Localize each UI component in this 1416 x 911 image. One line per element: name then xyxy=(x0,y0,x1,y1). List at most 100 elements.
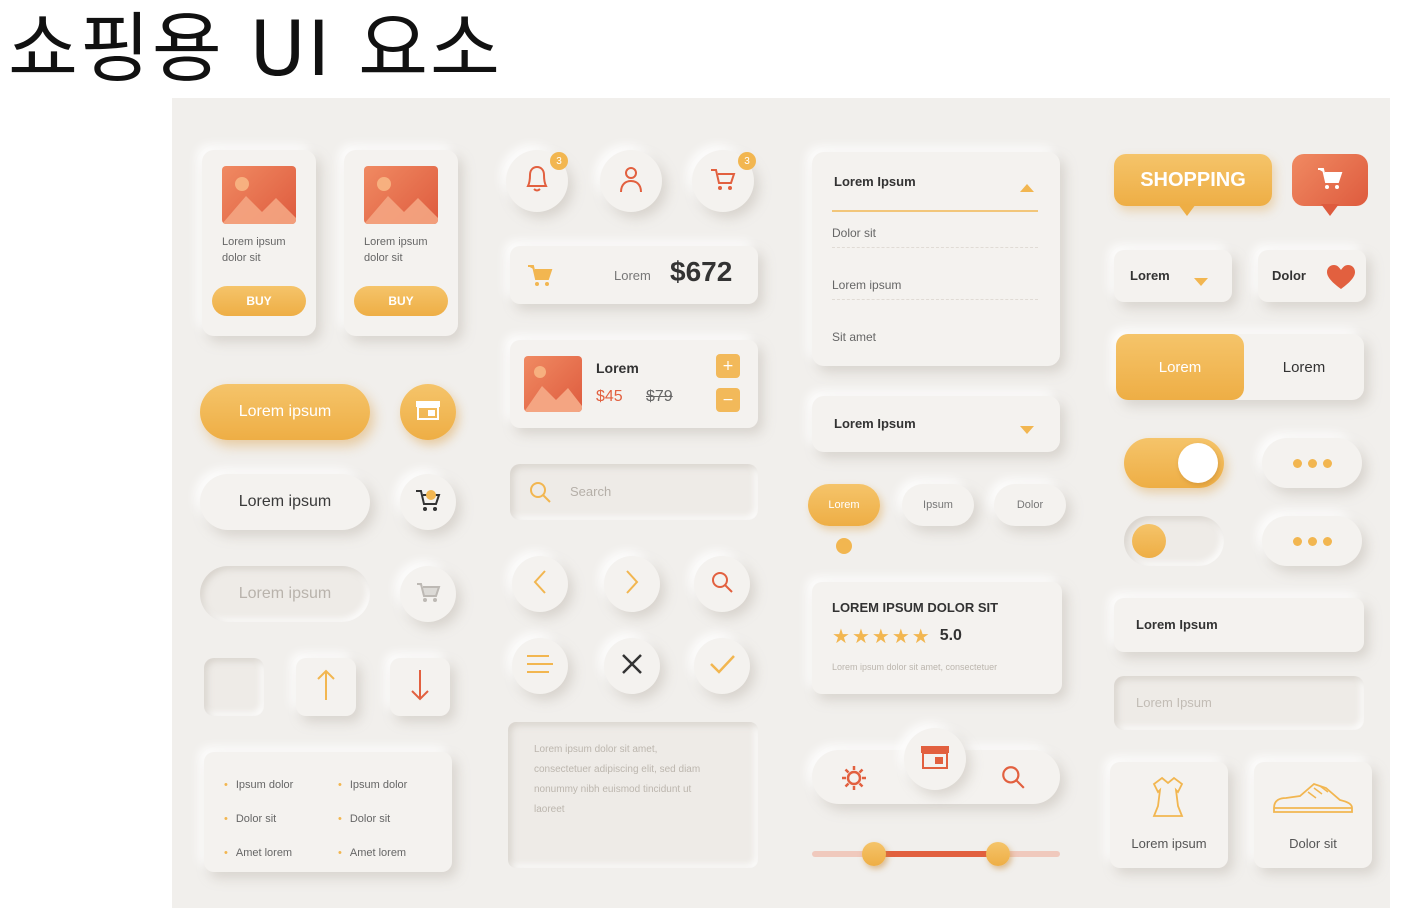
bubble-tail xyxy=(1178,204,1196,216)
star-icon: ★ xyxy=(832,624,850,648)
search-icon[interactable] xyxy=(1000,764,1026,794)
product-card-1[interactable]: Lorem ipsum dolor sit BUY xyxy=(202,150,316,336)
heart-icon xyxy=(1326,264,1356,294)
cart-bubble-button[interactable] xyxy=(1292,154,1368,206)
segment-option[interactable]: Lorem xyxy=(1244,334,1364,400)
primary-button[interactable]: Lorem ipsum xyxy=(200,384,370,440)
cart-item-name: Lorem xyxy=(596,360,639,376)
category-card[interactable]: Lorem ipsum xyxy=(1110,762,1228,868)
list-item: • Ipsum dolor xyxy=(224,779,294,791)
dropdown-header-label: Lorem Ipsum xyxy=(834,174,916,189)
bullet-list-card: • Ipsum dolor • Dolor sit • Amet lorem • Ips… xyxy=(204,752,452,872)
hamburger-menu-icon xyxy=(525,653,555,679)
search-button[interactable] xyxy=(694,556,750,612)
list-item-label: Ipsum dolor xyxy=(349,779,408,791)
small-dropdown-label: Lorem xyxy=(1130,268,1170,283)
list-item-label: Amet lorem xyxy=(235,847,293,859)
category-card[interactable]: Dolor sit xyxy=(1254,762,1372,868)
user-icon xyxy=(618,164,644,198)
arrow-up-button[interactable] xyxy=(296,658,356,716)
chevron-down-icon xyxy=(1194,272,1208,291)
filter-tag[interactable]: Dolor xyxy=(994,484,1066,526)
product-name-line1: Lorem ipsum xyxy=(364,236,428,248)
toggle-switch-off[interactable] xyxy=(1124,516,1224,566)
list-item: • Amet lorem xyxy=(338,847,407,859)
small-dropdown[interactable]: Lorem xyxy=(1114,250,1232,302)
star-icon: ★ xyxy=(871,624,890,648)
disabled-button[interactable]: Lorem ipsum xyxy=(200,566,370,622)
price-range-slider[interactable] xyxy=(812,842,1060,866)
buy-button[interactable]: BUY xyxy=(354,286,448,316)
chevron-right-icon xyxy=(624,569,640,599)
back-button[interactable] xyxy=(512,556,568,612)
text-area[interactable]: Lorem ipsum dolor sit amet, consectetuer… xyxy=(508,722,758,868)
forward-button[interactable] xyxy=(604,556,660,612)
filter-tag[interactable]: Ipsum xyxy=(902,484,974,526)
chevron-up-icon[interactable] xyxy=(1020,178,1034,197)
toggle-knob xyxy=(1178,443,1218,483)
segmented-control: Lorem Lorem xyxy=(1116,334,1364,400)
buy-button[interactable]: BUY xyxy=(212,286,306,316)
segment-option-active[interactable]: Lorem xyxy=(1116,334,1244,400)
profile-button[interactable] xyxy=(600,150,662,212)
bullet-list-left: • Ipsum dolor • Dolor sit • Amet lorem xyxy=(224,768,293,870)
confirm-button[interactable] xyxy=(694,638,750,694)
empty-square-button[interactable] xyxy=(204,658,264,716)
secondary-button[interactable]: Lorem ipsum xyxy=(200,474,370,530)
rating-card-text: Lorem ipsum dolor sit amet, consectetuer xyxy=(832,662,998,672)
dropdown-closed[interactable]: Lorem Ipsum xyxy=(812,396,1060,452)
gear-icon[interactable] xyxy=(840,764,868,796)
dot-icon xyxy=(1307,458,1317,468)
sneaker-icon xyxy=(1270,778,1356,822)
cart-button[interactable] xyxy=(400,566,456,622)
product-image-icon xyxy=(364,166,438,224)
ui-kit-board: Lorem ipsum dolor sit BUY Lorem ipsum do… xyxy=(172,98,1390,908)
cart-item-old-price: $79 xyxy=(646,388,673,405)
search-input[interactable]: Search xyxy=(510,464,758,520)
bullet-list-right: • Ipsum dolor • Dolor sit • Amet lorem xyxy=(338,768,407,870)
slider-range-fill xyxy=(874,851,998,857)
more-options-button[interactable] xyxy=(1262,516,1362,566)
dropdown-divider xyxy=(832,210,1038,212)
text-input-empty[interactable]: Lorem Ipsum xyxy=(1114,676,1364,730)
quantity-minus-button[interactable]: − xyxy=(716,388,740,412)
category-label: Dolor sit xyxy=(1289,836,1337,851)
dropdown-selected-label: Lorem Ipsum xyxy=(834,416,916,431)
text-area-content: Lorem ipsum dolor sit amet, consectetuer… xyxy=(534,744,701,815)
filter-tag-active[interactable]: Lorem xyxy=(808,484,880,526)
product-card-2[interactable]: Lorem ipsum dolor sit BUY xyxy=(344,150,458,336)
close-icon xyxy=(620,652,644,680)
add-to-cart-button[interactable] xyxy=(400,474,456,530)
slider-thumb-high[interactable] xyxy=(986,842,1010,866)
list-item: • Dolor sit xyxy=(224,813,277,825)
menu-button[interactable] xyxy=(512,638,568,694)
dropdown-open[interactable]: Lorem Ipsum Dolor sit Lorem ipsum Sit am… xyxy=(812,152,1060,366)
store-toolbar-button[interactable] xyxy=(904,728,966,790)
notification-count-badge: 3 xyxy=(550,152,568,170)
wishlist-dropdown[interactable]: Dolor xyxy=(1258,250,1366,302)
slider-thumb-low[interactable] xyxy=(862,842,886,866)
input-placeholder: Lorem Ipsum xyxy=(1136,695,1212,710)
list-item-label: Ipsum dolor xyxy=(235,779,294,791)
dropdown-option[interactable]: Sit amet xyxy=(832,322,1038,352)
dropdown-option[interactable]: Lorem ipsum xyxy=(832,270,1038,300)
quantity-plus-button[interactable]: + xyxy=(716,354,740,378)
toggle-switch-on[interactable] xyxy=(1124,438,1224,488)
close-button[interactable] xyxy=(604,638,660,694)
product-name-line2: dolor sit xyxy=(364,252,403,264)
dropdown-option[interactable]: Dolor sit xyxy=(832,218,1038,248)
list-item-label: Dolor sit xyxy=(235,813,277,825)
shopping-label-bubble: SHOPPING xyxy=(1114,154,1272,206)
rating-stars: ★ ★ ★ ★ ★ 5.0 xyxy=(832,624,962,648)
rating-card-title: LOREM IPSUM DOLOR SIT xyxy=(832,600,999,615)
arrow-down-icon xyxy=(410,668,430,706)
text-input-filled[interactable]: Lorem Ipsum xyxy=(1114,598,1364,652)
store-button[interactable] xyxy=(400,384,456,440)
cart-total-amount: $672 xyxy=(670,256,733,287)
notifications-button[interactable]: 3 xyxy=(506,150,568,212)
cart-header-button[interactable]: 3 xyxy=(692,150,756,212)
cart-item-price: $45 xyxy=(596,388,623,405)
star-icon: ★ xyxy=(851,624,870,648)
arrow-down-button[interactable] xyxy=(390,658,450,716)
more-options-button[interactable] xyxy=(1262,438,1362,488)
